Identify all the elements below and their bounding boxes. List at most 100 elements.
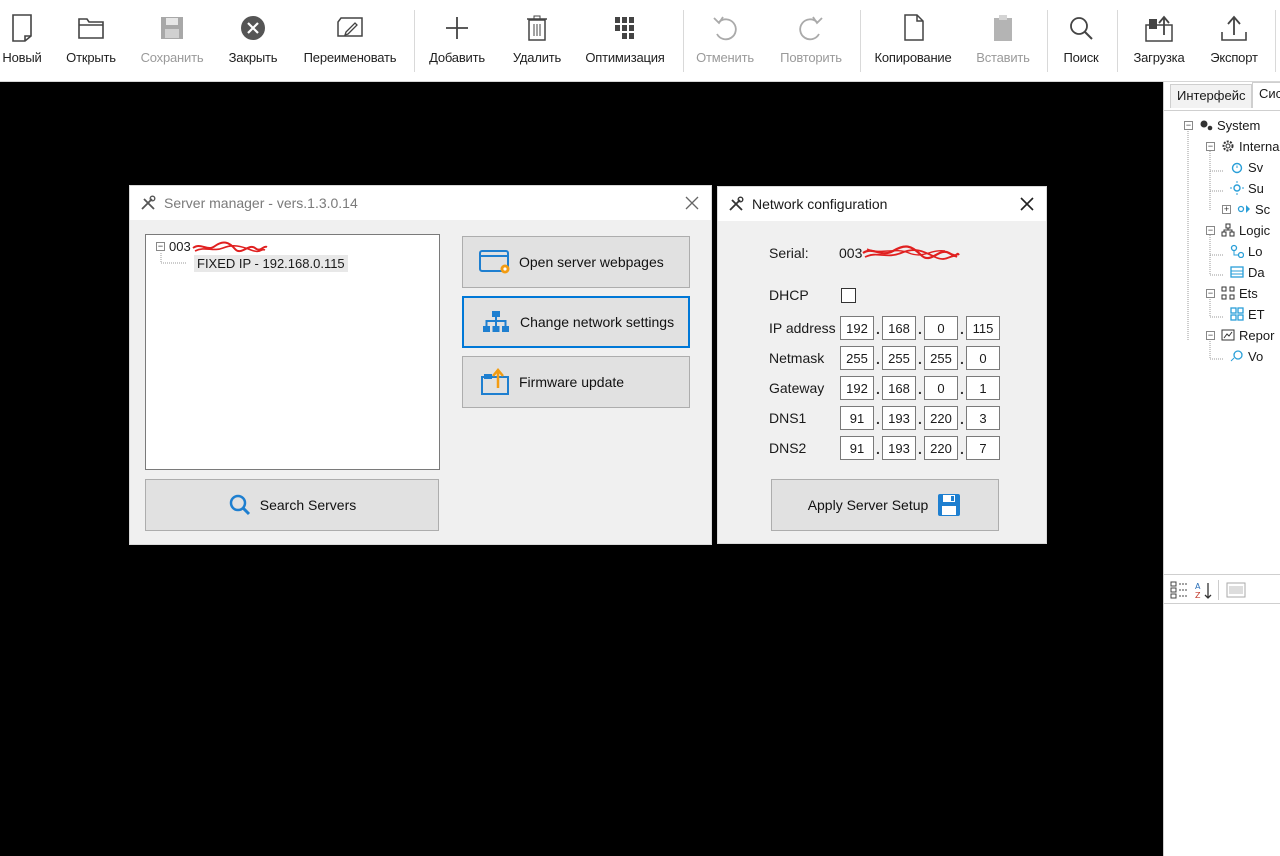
tree-node-sv[interactable]: Sv (1226, 157, 1263, 177)
gateway-octet-3[interactable]: 0 (924, 376, 958, 400)
ip-octet-1[interactable]: 192 (840, 316, 874, 340)
tree-node-internal[interactable]: − Interna (1206, 136, 1279, 156)
firmware-update-button[interactable]: Firmware update (462, 356, 690, 408)
tree-node-da[interactable]: Da (1226, 262, 1265, 282)
tree-node-lo[interactable]: Lo (1226, 241, 1262, 261)
netmask-octet-4[interactable]: 0 (966, 346, 1000, 370)
copy-button[interactable]: Копирование (870, 12, 956, 74)
rename-button[interactable]: Переименовать (300, 12, 400, 74)
collapse-toggle-icon[interactable]: − (1184, 120, 1193, 130)
dns1-octet-4[interactable]: 3 (966, 406, 1000, 430)
logic-icon (1220, 222, 1236, 238)
close-icon[interactable] (1018, 195, 1036, 213)
search-icon (228, 493, 252, 517)
tree-node-logic[interactable]: − Logic (1206, 220, 1270, 240)
save-button[interactable]: Сохранить (138, 12, 206, 74)
tools-icon (728, 196, 744, 212)
alarm-icon (1229, 159, 1245, 175)
redaction-scribble (192, 240, 268, 252)
netmask-octet-2[interactable]: 255 (882, 346, 916, 370)
sort-az-icon[interactable]: AZ (1194, 581, 1214, 600)
new-button[interactable]: Новый (0, 12, 44, 74)
server-tree-item[interactable]: FIXED IP - 192.168.0.115 (194, 255, 348, 272)
upload-icon (1143, 12, 1175, 44)
dns2-octet-1[interactable]: 91 (840, 436, 874, 460)
categorized-view-icon[interactable] (1170, 581, 1190, 599)
server-serial-prefix: 003 (169, 239, 191, 254)
tree-label: Interna (1239, 138, 1280, 154)
collapse-toggle-icon[interactable]: − (1206, 330, 1215, 340)
octet-separator: . (960, 441, 964, 457)
tree-node-report[interactable]: − Repor (1206, 325, 1274, 345)
ets-icon (1220, 285, 1236, 301)
gears-icon (1198, 117, 1214, 133)
netmask-octet-1[interactable]: 255 (840, 346, 874, 370)
upload-button[interactable]: Загрузка (1128, 12, 1190, 74)
tree-node-su[interactable]: Su (1226, 178, 1264, 198)
tree-node-system[interactable]: − System (1184, 115, 1260, 135)
rename-icon (334, 12, 366, 44)
paste-button[interactable]: Вставить (972, 12, 1034, 74)
server-tree-root[interactable]: − 003 (156, 239, 269, 254)
open-webpages-button[interactable]: Open server webpages (462, 236, 690, 288)
tab-interface[interactable]: Интерфейс (1170, 84, 1253, 108)
collapse-toggle-icon[interactable]: − (156, 242, 165, 251)
dns1-octet-2[interactable]: 193 (882, 406, 916, 430)
scene-icon (1236, 201, 1252, 217)
tree-node-vo[interactable]: Vo (1226, 346, 1263, 366)
ip-octet-3[interactable]: 0 (924, 316, 958, 340)
toolbar-separator (1218, 580, 1219, 600)
tree-node-et[interactable]: ET (1226, 304, 1265, 324)
dns2-octet-3[interactable]: 220 (924, 436, 958, 460)
collapse-toggle-icon[interactable]: − (1206, 141, 1215, 151)
close-circle-icon (237, 12, 269, 44)
ip-octet-4[interactable]: 115 (966, 316, 1000, 340)
undo-button[interactable]: Отменить (694, 12, 756, 74)
dhcp-checkbox[interactable] (841, 288, 856, 303)
collapse-toggle-icon[interactable]: − (1206, 225, 1215, 235)
ip-octet-2[interactable]: 168 (882, 316, 916, 340)
expand-toggle-icon[interactable]: + (1222, 204, 1231, 214)
dns1-octet-3[interactable]: 220 (924, 406, 958, 430)
open-button[interactable]: Открыть (62, 12, 120, 74)
tree-node-ets[interactable]: − Ets (1206, 283, 1258, 303)
serial-prefix: 003 (839, 245, 863, 261)
dns1-octet-1[interactable]: 91 (840, 406, 874, 430)
change-network-button[interactable]: Change network settings (462, 296, 690, 348)
octet-separator: . (876, 441, 880, 457)
octet-separator: . (918, 441, 922, 457)
save-icon (936, 492, 962, 518)
search-button[interactable]: Поиск (1058, 12, 1104, 74)
close-button[interactable]: Закрыть (224, 12, 282, 74)
property-pages-icon[interactable] (1226, 581, 1246, 599)
toolbar-separator (414, 10, 415, 72)
tree-label: Da (1248, 264, 1265, 280)
octet-separator: . (876, 351, 880, 367)
netmask-octet-3[interactable]: 255 (924, 346, 958, 370)
close-icon[interactable] (683, 194, 701, 212)
add-button[interactable]: Добавить (426, 12, 488, 74)
paste-icon (987, 12, 1019, 44)
dns2-octet-4[interactable]: 7 (966, 436, 1000, 460)
dns2-octet-2[interactable]: 193 (882, 436, 916, 460)
gateway-octet-1[interactable]: 192 (840, 376, 874, 400)
octet-separator: . (876, 321, 880, 337)
delete-button[interactable]: Удалить (508, 12, 566, 74)
property-toolbar: AZ (1164, 574, 1280, 604)
node-icon (1229, 243, 1245, 259)
gateway-octet-4[interactable]: 1 (966, 376, 1000, 400)
copy-icon (897, 12, 929, 44)
redo-button[interactable]: Повторить (776, 12, 846, 74)
search-servers-button[interactable]: Search Servers (145, 479, 439, 531)
octet-separator: . (918, 411, 922, 427)
gateway-octet-2[interactable]: 168 (882, 376, 916, 400)
tree-node-sc[interactable]: + Sc (1222, 199, 1270, 219)
export-button[interactable]: Экспорт (1206, 12, 1262, 74)
tab-system[interactable]: Сис (1252, 82, 1280, 108)
svg-text:A: A (1195, 582, 1201, 591)
collapse-toggle-icon[interactable]: − (1206, 288, 1215, 298)
optimize-button[interactable]: Оптимизация (582, 12, 668, 74)
apply-server-setup-button[interactable]: Apply Server Setup (771, 479, 999, 531)
serial-label: Serial: (769, 245, 809, 261)
delete-label: Удалить (512, 50, 562, 65)
